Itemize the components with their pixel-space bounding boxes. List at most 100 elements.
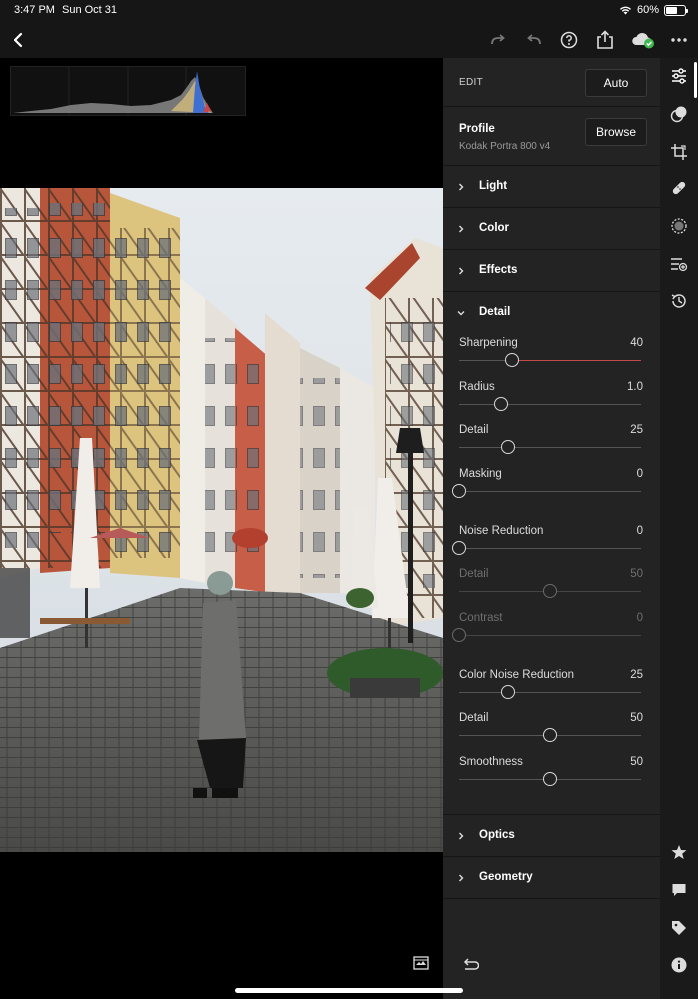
tag-icon [672, 921, 686, 935]
slider-value: 50 [630, 712, 643, 724]
help-button[interactable] [557, 28, 581, 52]
browse-button[interactable]: Browse [585, 118, 647, 146]
back-button[interactable] [6, 28, 30, 52]
rating-button[interactable] [669, 842, 689, 862]
masking-button[interactable] [669, 216, 689, 236]
slider-track[interactable] [459, 404, 641, 405]
active-tool-indicator [694, 62, 697, 98]
slider-thumb[interactable] [504, 353, 519, 367]
slider-label: Noise Reduction [459, 525, 544, 537]
home-indicator [235, 988, 463, 993]
comment-button[interactable] [669, 880, 689, 900]
edit-label: EDIT [459, 77, 483, 88]
slider-value: 1.0 [627, 381, 643, 393]
slider-label: Sharpening [459, 337, 518, 349]
crop-icon [671, 144, 687, 160]
help-icon [560, 31, 578, 49]
auto-button[interactable]: Auto [585, 69, 647, 97]
slider-track [459, 635, 641, 636]
share-button[interactable] [593, 28, 617, 52]
info-button[interactable] [669, 955, 689, 975]
more-icon [671, 38, 687, 42]
slider-thumb[interactable] [501, 440, 516, 454]
slider-value: 50 [630, 756, 643, 768]
section-optics-title: Optics [479, 829, 515, 841]
status-right: 60% [619, 4, 688, 16]
slider-value: 25 [630, 669, 643, 681]
versions-button[interactable] [669, 254, 689, 274]
tag-button[interactable] [669, 918, 689, 938]
slider-track[interactable] [459, 447, 641, 448]
slider-track[interactable] [459, 548, 641, 549]
crop-button[interactable] [669, 142, 689, 162]
history-icon [671, 294, 686, 308]
slider-value: 25 [630, 424, 643, 436]
status-date: Sun Oct 31 [62, 4, 118, 16]
section-optics[interactable]: Optics [443, 815, 660, 857]
slider-value: 50 [630, 568, 643, 580]
slider-label: Color Noise Reduction [459, 669, 575, 681]
presets-button[interactable] [669, 104, 689, 124]
status-bar: 3:47 PM Sun Oct 31 60% [0, 0, 698, 22]
slider-thumb[interactable] [501, 685, 516, 699]
slider-track[interactable] [459, 692, 641, 693]
slider-value: 0 [636, 612, 643, 624]
chevron-down-icon[interactable] [457, 309, 465, 317]
star-icon [671, 845, 687, 859]
profile-value: Kodak Portra 800 v4 [459, 141, 551, 152]
section-effects[interactable]: Effects [443, 250, 660, 292]
compare-button[interactable] [413, 956, 429, 975]
slider-label: Smoothness [459, 756, 523, 768]
slider-track[interactable] [459, 360, 641, 361]
slider-thumb[interactable] [543, 728, 557, 742]
slider-thumb[interactable] [543, 772, 557, 786]
reset-button[interactable] [461, 958, 480, 977]
section-effects-title: Effects [479, 264, 518, 276]
share-icon [597, 30, 613, 49]
slider-thumb[interactable] [452, 541, 466, 555]
chevron-right-icon [459, 832, 464, 840]
history-button[interactable] [669, 291, 689, 311]
cloud-sync-icon [632, 32, 654, 49]
redo-icon [491, 34, 505, 45]
slider-thumb[interactable] [452, 484, 466, 498]
profile-row[interactable]: Profile Kodak Portra 800 v4 Browse [443, 107, 660, 166]
chevron-right-icon [459, 225, 464, 233]
slider-label: Detail [459, 712, 489, 724]
slider-thumb[interactable] [493, 397, 508, 411]
edit-header: EDIT Auto [443, 58, 660, 107]
section-geometry[interactable]: Geometry [443, 857, 660, 899]
slider-label: Masking [459, 468, 502, 480]
top-toolbar [0, 22, 698, 58]
right-tool-rail [660, 58, 698, 999]
edit-tool-button[interactable] [669, 66, 689, 86]
undo-icon [527, 34, 541, 45]
cloud-sync-button[interactable] [629, 28, 657, 52]
section-detail: Detail Sharpening 40 Radius 1.0 Detail 25 Mask… [443, 292, 660, 815]
slider-label: Detail [459, 568, 489, 580]
chevron-right-icon [459, 183, 464, 191]
comment-icon [672, 884, 686, 896]
wifi-icon [619, 6, 631, 15]
chevron-right-icon [459, 874, 464, 882]
masking-icon [671, 218, 687, 234]
section-detail-title[interactable]: Detail [479, 306, 510, 318]
battery-percent: 60% [636, 4, 659, 16]
compare-icon [413, 956, 429, 970]
undo-button[interactable] [522, 28, 546, 52]
healing-button[interactable] [669, 178, 689, 198]
slider-thumb [543, 584, 557, 598]
back-icon [13, 32, 23, 48]
slider-track[interactable] [459, 491, 641, 492]
slider-label: Detail [459, 424, 489, 436]
histogram [10, 66, 246, 116]
more-button[interactable] [667, 28, 691, 52]
section-light-title: Light [479, 180, 508, 192]
photo-canvas[interactable] [0, 188, 443, 852]
redo-button[interactable] [486, 28, 510, 52]
slider-value: 40 [630, 337, 643, 349]
section-light[interactable]: Light [443, 166, 660, 208]
battery-icon [664, 4, 688, 16]
edit-sliders-icon [672, 68, 686, 84]
section-color[interactable]: Color [443, 208, 660, 250]
